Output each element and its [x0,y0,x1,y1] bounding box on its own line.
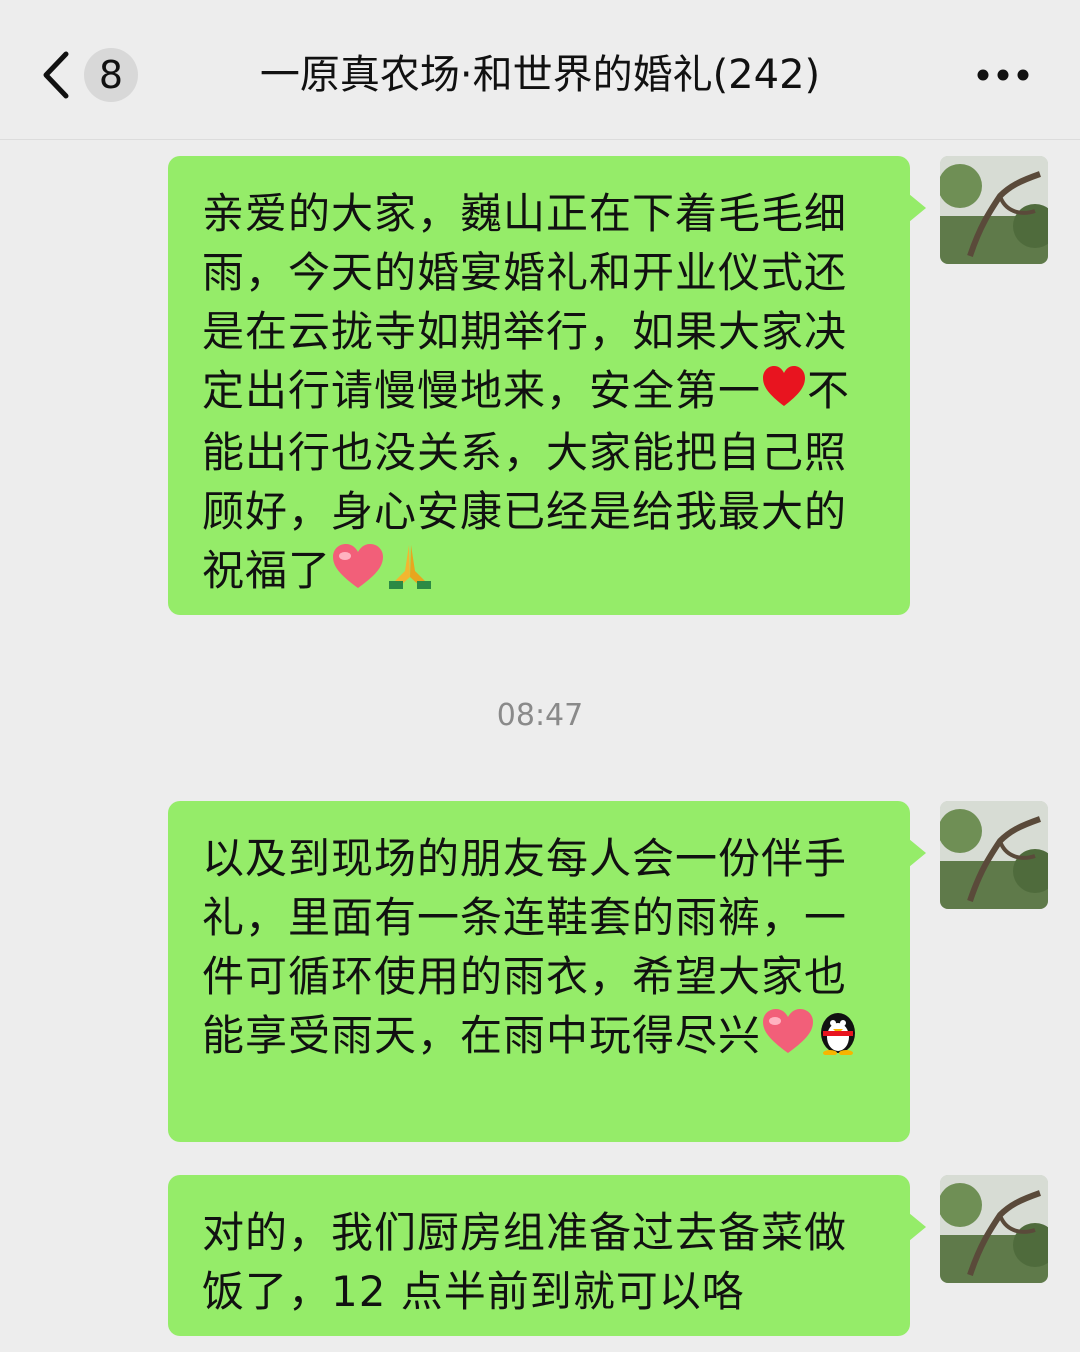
chevron-left-icon [43,51,69,99]
pink-heart-emoji [761,1007,815,1070]
message-text: 以及到现场的朋友每人会一份伴手礼，里面有一条连鞋套的雨裤，一件可循环使用的雨衣，… [202,834,848,1060]
more-horizontal-icon [977,69,1029,81]
pink-heart-emoji [331,542,385,605]
chat-screen: 8 一原真农场·和世界的婚礼(242) 亲爱的大家，巍山正在下着毛毛细雨，今天的… [0,0,1080,1352]
message-text: 对的，我们厨房组准备过去备菜做饭了，12 点半前到就可以咯 [202,1208,848,1316]
back-button[interactable]: 8 [36,44,156,106]
avatar[interactable] [940,1175,1048,1283]
message-bubble[interactable]: 亲爱的大家，巍山正在下着毛毛细雨，今天的婚宴婚礼和开业仪式还是在云拢寺如期举行，… [168,156,926,615]
timestamp: 08:47 [496,698,584,733]
chat-header: 8 一原真农场·和世界的婚礼(242) [0,0,1080,140]
red-heart-emoji [761,364,807,423]
message-bubble[interactable]: 对的，我们厨房组准备过去备菜做饭了，12 点半前到就可以咯 [168,1175,926,1336]
chat-title: 一原真农场·和世界的婚礼(242) [259,52,821,98]
message-bubble[interactable]: 以及到现场的朋友每人会一份伴手礼，里面有一条连鞋套的雨裤，一件可循环使用的雨衣，… [168,801,926,1142]
praying-hands-emoji [385,541,435,606]
unread-count-badge: 8 [84,48,138,102]
message-text: 亲爱的大家，巍山正在下着毛毛细雨，今天的婚宴婚礼和开业仪式还是在云拢寺如期举行，… [202,189,848,415]
penguin-emoji [815,1007,861,1070]
avatar[interactable] [940,801,1048,909]
more-button[interactable] [968,50,1038,100]
avatar[interactable] [940,156,1048,264]
